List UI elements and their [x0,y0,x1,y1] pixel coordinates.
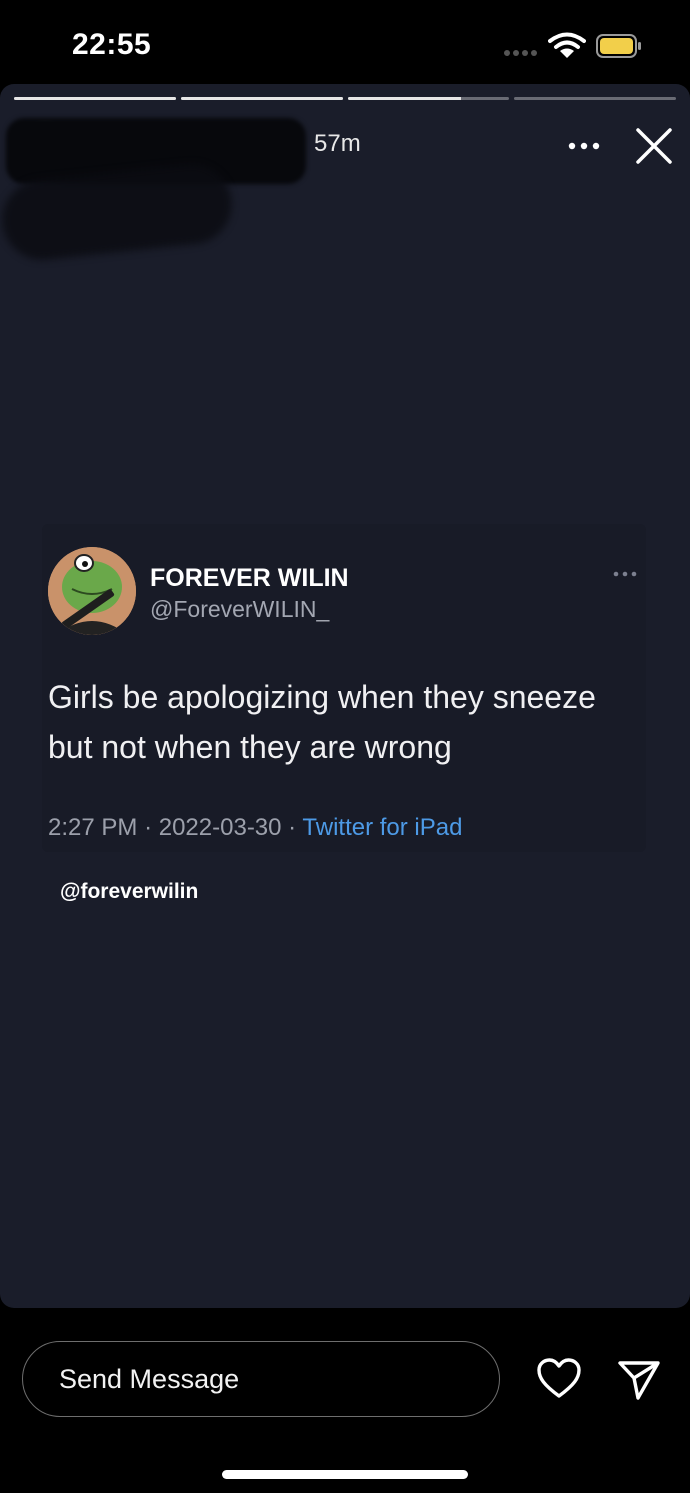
story-progress-bar [14,97,676,100]
story-progress-segment [180,97,343,100]
tweet-more-icon [613,571,637,577]
send-message-placeholder: Send Message [59,1364,240,1394]
tweet-source: Twitter for iPad [302,814,463,841]
tweet-time: 2:27 PM [48,814,138,841]
send-icon[interactable] [616,1356,662,1402]
tweet-date: 2022-03-30 [158,814,282,841]
tweet-handle: @ForeverWILIN_ [150,596,330,622]
story-view[interactable]: esteban 57m [0,84,690,1308]
close-icon[interactable] [634,126,674,166]
cellular-signal-icon [504,50,537,56]
story-time-ago: 57m [314,130,361,157]
status-time: 22:55 [72,28,152,61]
battery-icon [596,34,641,58]
tweet-card: FOREVER WILIN @ForeverWILIN_ Girls be ap… [42,524,646,852]
tweet-display-name: FOREVER WILIN [150,564,349,592]
story-header: esteban 57m [0,112,690,264]
home-indicator [222,1470,468,1479]
tweet-text: Girls be apologizing when they sneeze bu… [48,679,596,765]
tweet-metadata: 2:27 PM · 2022-03-30 · Twitter for iPad [48,814,462,842]
status-bar: 22:55 [0,0,690,84]
mention-sticker[interactable]: @foreverwilin [60,880,198,904]
story-progress-segment [14,97,176,100]
tweet-author-avatar [48,547,136,635]
meta-separator: · [144,814,153,841]
wifi-icon [548,32,586,58]
heart-icon[interactable] [536,1356,582,1402]
more-options-icon[interactable] [566,140,602,152]
send-message-input[interactable]: Send Message [22,1341,500,1417]
story-progress-segment [347,97,510,100]
frog-avatar-icon [48,547,136,635]
story-progress-segment [514,97,676,100]
instagram-story-screen: 22:55 esteban 57m [0,0,690,1493]
meta-separator: · [288,814,297,841]
